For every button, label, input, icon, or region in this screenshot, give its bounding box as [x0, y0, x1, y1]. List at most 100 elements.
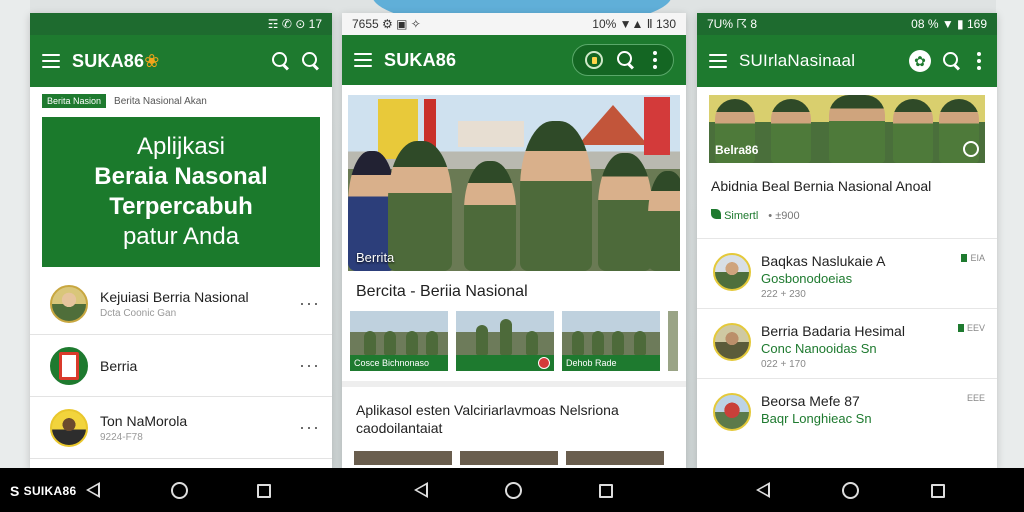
meta-count: • ±900 [768, 209, 800, 222]
phone-home-screen: ☶ ✆ ⊙ 17 SUKA86❀ Berita Nasion Berita Na… [30, 13, 332, 468]
more-options-icon[interactable]: ··· [299, 355, 320, 376]
status-badge: EIA [961, 253, 985, 263]
list-item[interactable]: Baqkas Naslukaie A Gosbonodoeias 222 + 2… [697, 238, 997, 308]
feature-caption: Belra86 [715, 143, 759, 157]
list-item-subtitle: Baqr Longhieac Sn [761, 411, 872, 426]
thumbnail[interactable] [456, 311, 554, 371]
flag-avatar [713, 393, 751, 431]
recents-icon[interactable] [599, 484, 613, 498]
thumbnail-row-bottom [342, 451, 686, 465]
live-dot-icon [538, 357, 550, 369]
app-bar: SUKA86 [342, 35, 686, 85]
list-item-subtitle: 9224-F78 [100, 431, 143, 443]
list-item-time: 222 + 230 [761, 289, 806, 300]
list-item-title: Berria [100, 357, 138, 374]
list-item-time: 022 + 170 [761, 359, 806, 370]
menu-icon[interactable] [709, 54, 727, 68]
hero-line-1: Aplijkasi [136, 133, 226, 160]
home-icon[interactable] [505, 482, 522, 499]
more-options-icon[interactable]: ··· [299, 293, 320, 314]
status-right: 08 % ▼ ▮ 169 [911, 17, 987, 31]
hero-line-3: Terpercabuh [109, 193, 253, 220]
app-title: SUKA86 [384, 49, 457, 70]
hero-line-2: Beraia Nasonal [94, 163, 268, 190]
more-vert-icon[interactable] [973, 52, 985, 70]
shield-icon[interactable] [585, 51, 603, 69]
list-item-subtitle: Gosbonodoeias [761, 271, 853, 286]
app-title: SUKA86❀ [72, 51, 260, 72]
status-bar: 7655 ⚙ ▣ ✧ 10% ▼▲ Ⅱ 130 [342, 13, 686, 35]
hero-banner[interactable]: Aplijkasi Beraia Nasonal Terpercabuh pat… [42, 117, 320, 267]
status-icons: ☶ ✆ ⊙ 17 [267, 17, 322, 31]
thumbnail[interactable]: Cosce Bichnonaso [350, 311, 448, 371]
brand-text: SUIKA86 [23, 484, 77, 498]
background-right [996, 0, 1024, 468]
system-navigation-bar: S SUIKA86 [0, 468, 1024, 512]
app-bar: SUKA86❀ [30, 35, 332, 87]
status-bar: 7U% ☈ 8 08 % ▼ ▮ 169 [697, 13, 997, 35]
back-icon[interactable] [86, 482, 102, 498]
search-icon[interactable] [272, 52, 290, 70]
list-item[interactable]: Beorsa Mefe 87 Baqr Longhieac Sn EEE [697, 378, 997, 448]
back-icon[interactable] [414, 482, 430, 498]
person-avatar [50, 408, 88, 447]
list-item[interactable]: Kejuiasi Berria Nasional Dcta Coonic Gan… [30, 273, 332, 335]
feature-image[interactable]: Belra86 [709, 95, 985, 163]
status-right: 10% ▼▲ Ⅱ 130 [592, 17, 676, 31]
thumbnail-peek[interactable] [668, 311, 678, 371]
category-row: Berita Nasion Berita Nasional Akan [30, 87, 332, 115]
feature-image[interactable]: Berrita [348, 95, 680, 271]
check-circle-icon [963, 141, 979, 157]
thumbnail-row: Cosce Bichnonaso Dehob Rade [342, 311, 686, 371]
meta-label: Simertl [724, 210, 759, 222]
status-left: 7655 ⚙ ▣ ✧ [352, 17, 421, 31]
list-item-title: Ton NaMorola [100, 412, 188, 429]
list-item-title: Kejuiasi Berria Nasional [100, 288, 249, 305]
search-icon[interactable] [943, 52, 961, 70]
status-left: 7U% ☈ 8 [707, 17, 758, 31]
menu-icon[interactable] [354, 53, 372, 67]
garuda-emblem-icon: ✿ [909, 50, 931, 72]
phone-list-screen: 7U% ☈ 8 08 % ▼ ▮ 169 SUIrlaNasinaal ✿ Be… [697, 13, 997, 468]
list-item[interactable]: Berria ··· [30, 335, 332, 397]
search-icon[interactable] [617, 51, 635, 69]
menu-icon[interactable] [42, 54, 60, 68]
list-item-title: Baqkas Naslukaie A [761, 253, 886, 269]
section-title: Bercita - Beriia Nasional [356, 283, 528, 300]
more-vert-icon[interactable] [649, 51, 661, 69]
brand-logo-icon: S [10, 483, 20, 499]
background-left [0, 0, 30, 468]
list-item-title: Berria Badaria Hesimal [761, 323, 905, 339]
soldier-avatar [713, 253, 751, 291]
list-item-title: Beorsa Mefe 87 [761, 393, 860, 409]
article-text: Aplikasol esten Valciriarlavmoas Nelsrio… [356, 402, 619, 436]
more-options-icon[interactable]: ··· [299, 417, 320, 438]
hero-line-4: patur Anda [122, 223, 240, 250]
list-item-subtitle: Conc Nanooidas Sn [761, 341, 877, 356]
brand-watermark: S SUIKA86 [10, 483, 76, 499]
phone-news-screen: 7655 ⚙ ▣ ✧ 10% ▼▲ Ⅱ 130 SUKA86 Berrita B… [342, 13, 686, 468]
list-item[interactable]: Berria Badaria Hesimal Conc Nanooidas Sn… [697, 308, 997, 378]
list-item-subtitle: Dcta Coonic Gan [100, 307, 177, 319]
category-chip[interactable]: Berita Nasion [42, 94, 107, 108]
home-icon[interactable] [842, 482, 859, 499]
recents-icon[interactable] [931, 484, 945, 498]
status-badge: EEE [966, 393, 985, 403]
recents-icon[interactable] [257, 484, 271, 498]
status-badge: EEV [957, 323, 985, 333]
app-title: SUIrlaNasinaal [739, 51, 856, 70]
phone-avatar [50, 346, 88, 385]
list-item[interactable]: Ton NaMorola 9224-F78 ··· [30, 397, 332, 459]
feature-caption: Berrita [356, 250, 395, 265]
thumbnail-label: Dehob Rade [562, 355, 660, 371]
status-bar: ☶ ✆ ⊙ 17 [30, 13, 332, 35]
app-bar: SUIrlaNasinaal ✿ [697, 35, 997, 87]
search-icon-secondary[interactable] [302, 52, 320, 70]
thumbnail-label: Cosce Bichnonaso [350, 355, 448, 371]
logo-flower-icon: ❀ [144, 50, 160, 71]
thumbnail[interactable]: Dehob Rade [562, 311, 660, 371]
home-icon[interactable] [171, 482, 188, 499]
back-icon[interactable] [756, 482, 772, 498]
article-meta: Simertl • ±900 [697, 195, 997, 238]
soldier-avatar [50, 284, 88, 323]
